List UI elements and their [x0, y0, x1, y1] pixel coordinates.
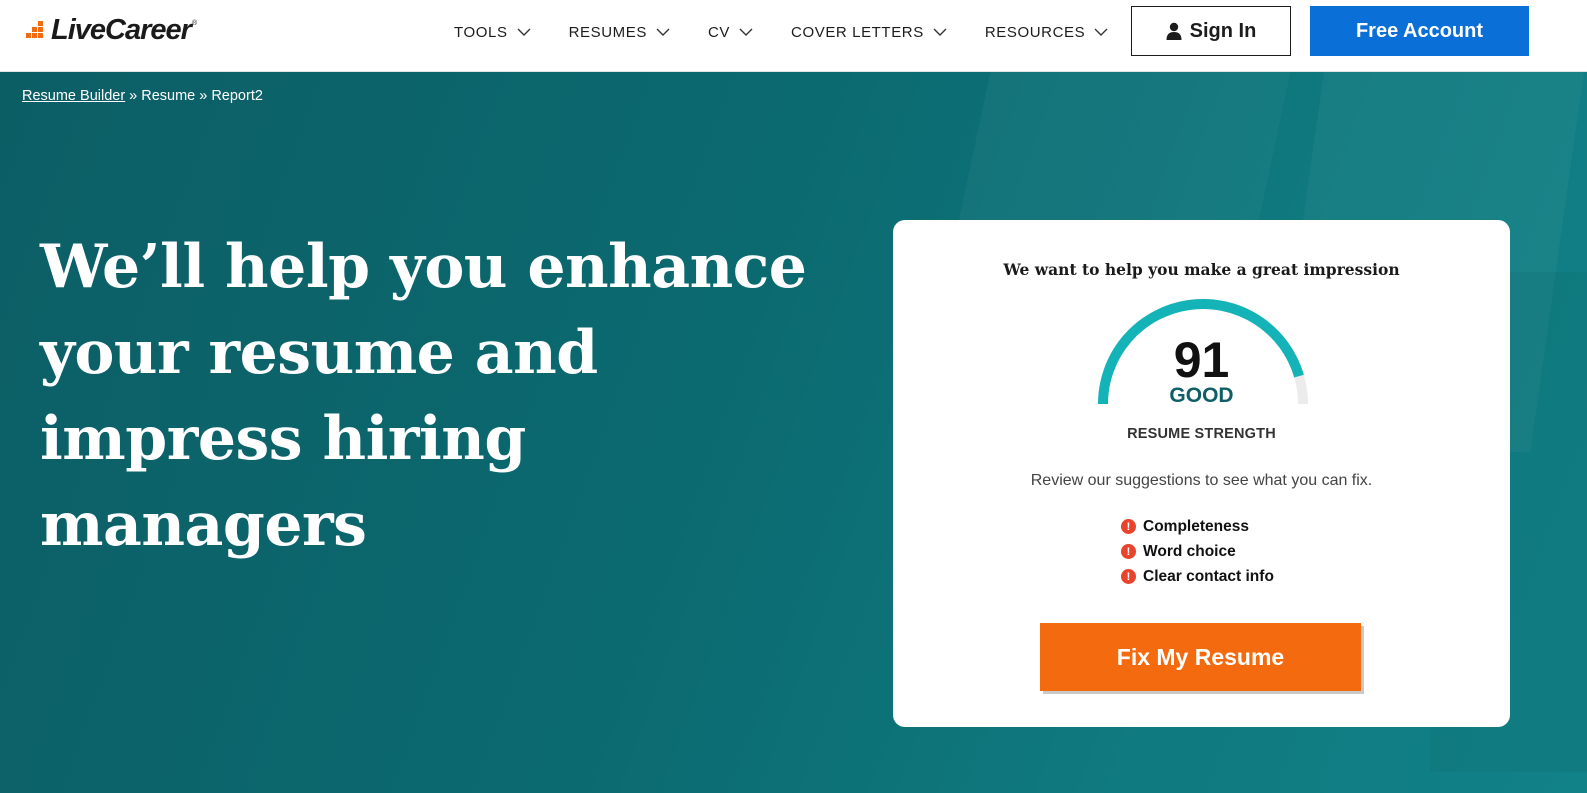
chevron-down-icon: [739, 28, 753, 36]
chevron-down-icon: [933, 28, 947, 36]
issues-list: ! Completeness ! Word choice ! Clear con…: [1121, 514, 1274, 589]
free-account-button[interactable]: Free Account: [1310, 6, 1529, 56]
review-text: Review our suggestions to see what you c…: [1030, 472, 1373, 489]
nav-item-tools[interactable]: TOOLS: [454, 24, 531, 41]
free-account-label: Free Account: [1355, 19, 1484, 42]
fix-my-resume-label: Fix My Resume: [1116, 643, 1285, 670]
chevron-down-icon: [1094, 28, 1108, 36]
resume-grade: GOOD: [1169, 384, 1234, 407]
breadcrumb-link-resume-builder[interactable]: Resume Builder: [22, 88, 125, 104]
breadcrumb-item-resume: Resume: [141, 88, 196, 104]
hero-section: Resume Builder » Resume » Report2 We’ll …: [0, 72, 1587, 793]
logo-mark-icon: [22, 19, 48, 41]
chevron-down-icon: [517, 28, 531, 36]
issue-item-word-choice: ! Word choice: [1121, 539, 1274, 564]
nav-item-cover-letters[interactable]: COVER LETTERS: [791, 24, 947, 41]
warning-icon: !: [1121, 544, 1136, 559]
breadcrumb-separator: »: [199, 88, 208, 104]
nav-item-label: RESOURCES: [984, 23, 1086, 41]
hero-title: We’ll help you enhance your resume and i…: [40, 232, 807, 560]
issue-item-contact-info: ! Clear contact info: [1121, 564, 1274, 589]
chevron-down-icon: [656, 28, 670, 36]
warning-icon: !: [1121, 569, 1136, 584]
breadcrumb-separator: »: [129, 88, 138, 104]
logo-registered-mark: ®: [191, 20, 198, 27]
nav-item-label: CV: [707, 23, 731, 41]
breadcrumb: Resume Builder » Resume » Report2: [22, 88, 263, 104]
nav-item-resumes[interactable]: RESUMES: [569, 24, 670, 41]
user-icon: [1166, 22, 1182, 40]
site-header: LiveCareer ® TOOLS RESUMES CV COVER LETT…: [0, 0, 1587, 72]
issue-label: Clear contact info: [1143, 567, 1274, 585]
breadcrumb-item-current: Report2: [211, 88, 263, 104]
sign-in-label: Sign In: [1189, 19, 1257, 42]
nav-item-resources[interactable]: RESOURCES: [985, 24, 1108, 41]
resume-score: 91: [1173, 332, 1230, 388]
nav-item-label: RESUMES: [568, 23, 647, 41]
issue-label: Word choice: [1143, 542, 1236, 560]
issue-label: Completeness: [1143, 517, 1249, 535]
fix-my-resume-button[interactable]: Fix My Resume: [1040, 623, 1361, 691]
nav-item-label: TOOLS: [454, 23, 508, 41]
nav-item-label: COVER LETTERS: [791, 23, 924, 41]
sign-in-button[interactable]: Sign In: [1131, 6, 1291, 56]
livecareer-logo[interactable]: LiveCareer ®: [22, 14, 197, 46]
logo-text: LiveCareer: [51, 13, 192, 46]
warning-icon: !: [1121, 519, 1136, 534]
issue-item-completeness: ! Completeness: [1121, 514, 1274, 539]
nav-item-cv[interactable]: CV: [708, 24, 753, 41]
main-nav: TOOLS RESUMES CV COVER LETTERS RESOURCES: [454, 0, 1146, 64]
card-title: We want to help you make a great impress…: [1003, 260, 1400, 279]
resume-score-card: We want to help you make a great impress…: [893, 220, 1510, 727]
resume-strength-label: RESUME STRENGTH: [1127, 426, 1276, 442]
